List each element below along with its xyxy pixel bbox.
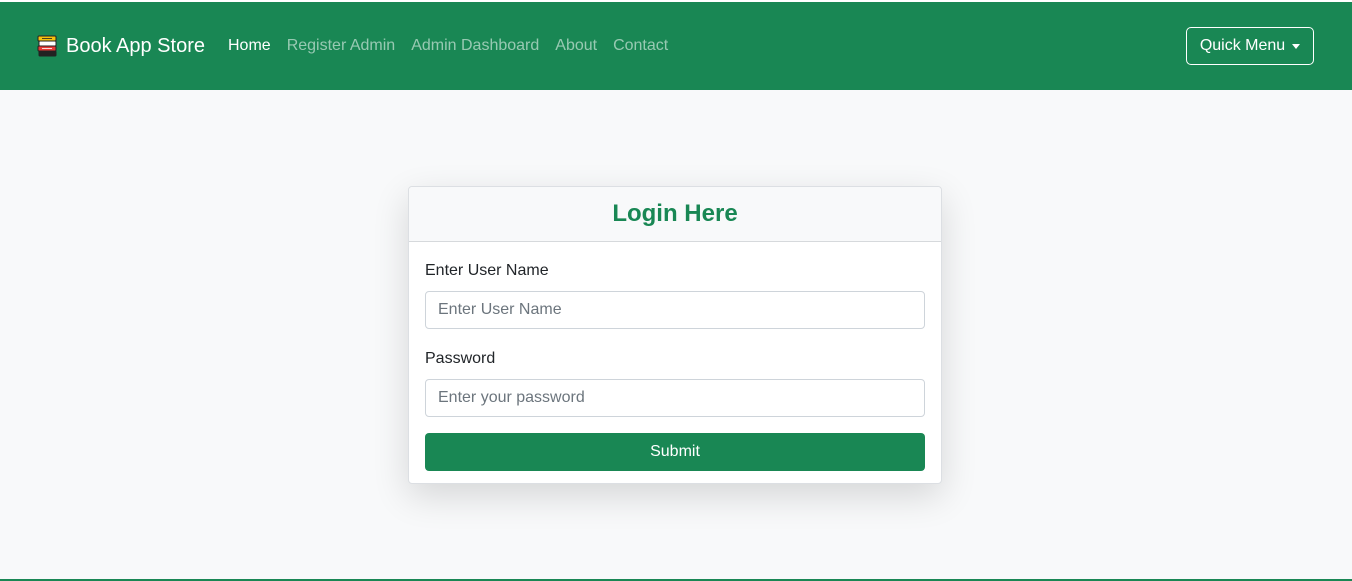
nav-about[interactable]: About	[555, 37, 597, 55]
login-title: Login Here	[612, 200, 738, 227]
brand-link[interactable]: Book App Store	[37, 2, 205, 90]
brand-label: Book App Store	[66, 34, 205, 57]
nav-register-admin[interactable]: Register Admin	[287, 37, 396, 55]
login-card: Login Here Enter User Name Password Subm…	[408, 186, 942, 484]
navbar: Book App Store Home Register Admin Admin…	[0, 2, 1352, 90]
username-label: Enter User Name	[425, 262, 549, 279]
caret-down-icon	[1292, 43, 1301, 49]
books-icon	[37, 35, 58, 57]
nav-home[interactable]: Home	[228, 37, 271, 55]
quick-menu-dropdown[interactable]: Quick Menu	[1186, 27, 1314, 65]
nav-links: Home Register Admin Admin Dashboard Abou…	[228, 2, 684, 90]
nav-contact[interactable]: Contact	[613, 37, 668, 55]
submit-button[interactable]: Submit	[425, 433, 925, 471]
login-form: Enter User Name Password Submit	[409, 242, 941, 487]
quick-menu-label: Quick Menu	[1199, 37, 1286, 54]
password-input[interactable]	[425, 379, 925, 417]
nav-admin-dashboard[interactable]: Admin Dashboard	[411, 37, 539, 55]
login-card-header: Login Here	[409, 187, 941, 242]
username-input[interactable]	[425, 291, 925, 329]
password-label: Password	[425, 350, 496, 367]
